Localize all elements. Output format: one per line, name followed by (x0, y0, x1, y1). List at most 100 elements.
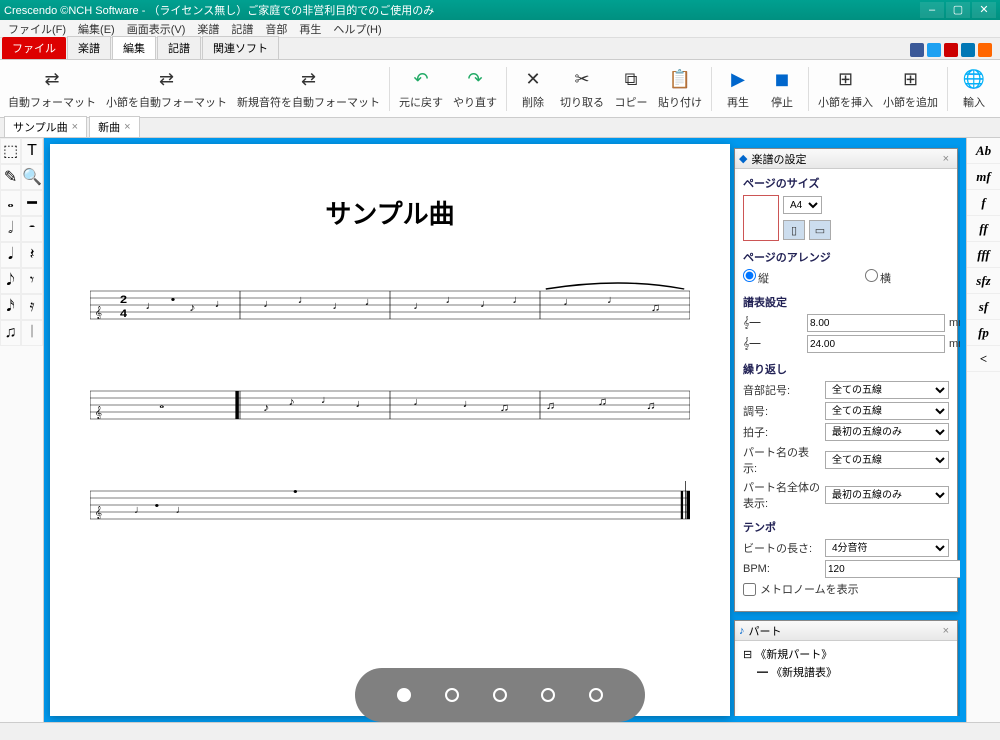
svg-text:♩: ♩ (134, 503, 147, 516)
tab-score[interactable]: 楽譜 (67, 36, 111, 59)
maximize-button[interactable]: ▢ (946, 2, 970, 18)
parts-tree[interactable]: ⊟ 《新規パート》 ━ 《新規譜表》 (735, 641, 957, 716)
page-dot-3[interactable] (493, 688, 507, 702)
repeat-select-1[interactable]: 全ての五線 (825, 402, 949, 420)
ribbon-自動フォーマット[interactable]: ⇄自動フォーマット (4, 63, 100, 115)
ribbon-切り取る[interactable]: ✂切り取る (556, 63, 608, 115)
svg-text:♩: ♩ (563, 295, 576, 308)
close-icon[interactable]: × (72, 121, 78, 133)
tool-2[interactable]: ✎ (0, 164, 21, 190)
dynamic-fp[interactable]: fp (967, 320, 1000, 346)
svg-text:𝄞: 𝄞 (95, 406, 102, 419)
beat-length-select[interactable]: 4分音符 (825, 539, 949, 557)
svg-text:•: • (155, 499, 159, 512)
staff-1[interactable]: 𝄞 24 ♩•♪♩ ♩♩♩♩ ♩♩♩♩ ♩♩♫ (90, 281, 690, 331)
ribbon-小節を追加[interactable]: ⊞小節を追加 (879, 63, 942, 115)
tab-related[interactable]: 関連ソフト (202, 36, 279, 59)
tool-15[interactable]: 𝄀 (21, 320, 43, 346)
file-tab[interactable]: ファイル (2, 37, 66, 59)
dynamic-f[interactable]: f (967, 190, 1000, 216)
score-page[interactable]: サンプル曲 𝄞 24 ♩•♪♩ ♩♩♩♩ ♩♩♩♩ ♩♩♫ (50, 144, 730, 716)
tool-1[interactable]: T (21, 138, 43, 164)
dynamic-sfz[interactable]: sfz (967, 268, 1000, 294)
orientation-portrait-button[interactable]: ▯ (783, 220, 805, 240)
tool-12[interactable]: 𝅘𝅥𝅯 (0, 294, 21, 320)
ribbon-貼り付け[interactable]: 📋貼り付け (654, 63, 706, 115)
ribbon-やり直す[interactable]: ↷やり直す (449, 63, 501, 115)
gear-icon: ◆ (739, 152, 747, 165)
tab-notation[interactable]: 記譜 (157, 36, 201, 59)
tool-13[interactable]: 𝄿 (21, 294, 43, 320)
tool-14[interactable]: ♫ (0, 320, 21, 346)
parts-panel: ♪ パート × ⊟ 《新規パート》 ━ 《新規譜表》 アコースティックピアノ ↑… (734, 620, 958, 716)
minimize-button[interactable]: – (920, 2, 944, 18)
ribbon-輸入[interactable]: 🌐輸入 (953, 63, 995, 115)
menu-file[interactable]: ファイル(F) (2, 19, 72, 39)
tree-item-part: ⊟ 《新規パート》 (739, 645, 953, 663)
twitter-icon[interactable] (927, 43, 941, 57)
svg-text:♫: ♫ (646, 399, 656, 412)
linkedin-icon[interactable] (961, 43, 975, 57)
tool-11[interactable]: 𝄾 (21, 268, 43, 294)
ribbon-元に戻す[interactable]: ↶元に戻す (395, 63, 447, 115)
ribbon-小節を挿入[interactable]: ⊞小節を挿入 (814, 63, 877, 115)
page-dot-1[interactable] (397, 688, 411, 702)
svg-text:♩: ♩ (321, 393, 334, 406)
tool-7[interactable]: 𝄼 (21, 216, 43, 242)
bpm-input[interactable] (825, 560, 960, 578)
page-dot-4[interactable] (541, 688, 555, 702)
repeat-select-3[interactable]: 全ての五線 (825, 451, 949, 469)
repeat-select-2[interactable]: 最初の五線のみ (825, 423, 949, 441)
orientation-landscape-button[interactable]: ▭ (809, 220, 831, 240)
repeat-select-4[interactable]: 最初の五線のみ (825, 486, 949, 504)
page-size-select[interactable]: A4 (783, 196, 822, 214)
facebook-icon[interactable] (910, 43, 924, 57)
menu-help[interactable]: ヘルプ(H) (327, 19, 387, 39)
menu-play[interactable]: 再生 (293, 19, 327, 39)
dynamic-Ab[interactable]: Ab (967, 138, 1000, 164)
staff-2[interactable]: 𝄞 𝅝 ♪♪♩♩ ♩♩♫ ♫♫♫ (90, 381, 690, 431)
tool-8[interactable]: 𝅘𝅥 (0, 242, 21, 268)
ribbon-停止[interactable]: ◼停止 (761, 63, 803, 115)
youtube-icon[interactable] (944, 43, 958, 57)
tool-6[interactable]: 𝅗𝅥 (0, 216, 21, 242)
rss-icon[interactable] (978, 43, 992, 57)
close-icon[interactable]: × (124, 121, 130, 133)
dynamic-fff[interactable]: fff (967, 242, 1000, 268)
tool-5[interactable]: ━ (21, 190, 43, 216)
tool-0[interactable]: ⬚ (0, 138, 21, 164)
dynamic-<[interactable]: < (967, 346, 1000, 372)
tool-3[interactable]: 🔍 (21, 164, 43, 190)
ribbon-小節を自動フォーマット[interactable]: ⇄小節を自動フォーマット (102, 63, 231, 115)
document-tabs: サンプル曲× 新曲× (0, 118, 1000, 138)
panel-close-button[interactable]: × (939, 625, 953, 637)
panel-close-button[interactable]: × (939, 153, 953, 165)
tab-edit[interactable]: 編集 (112, 36, 156, 59)
svg-text:♩: ♩ (512, 293, 525, 306)
ribbon-再生[interactable]: ▶再生 (717, 63, 759, 115)
ribbon-新規音符を自動フォーマット[interactable]: ⇄新規音符を自動フォーマット (233, 63, 384, 115)
staff-size1-input[interactable] (807, 314, 945, 332)
doctab-sample[interactable]: サンプル曲× (4, 116, 87, 137)
metronome-checkbox[interactable] (743, 583, 756, 596)
page-dot-5[interactable] (589, 688, 603, 702)
ribbon-削除[interactable]: ✕削除 (512, 63, 554, 115)
dynamic-sf[interactable]: sf (967, 294, 1000, 320)
svg-text:2: 2 (120, 293, 127, 306)
tool-9[interactable]: 𝄽 (21, 242, 43, 268)
tool-10[interactable]: 𝅘𝅥𝅮 (0, 268, 21, 294)
ribbon-コピー[interactable]: ⧉コピー (610, 63, 652, 115)
staff-size2-input[interactable] (807, 335, 945, 353)
arrange-vertical-radio[interactable] (743, 269, 756, 282)
dynamic-mf[interactable]: mf (967, 164, 1000, 190)
tool-4[interactable]: 𝅝 (0, 190, 21, 216)
dynamic-ff[interactable]: ff (967, 216, 1000, 242)
close-button[interactable]: ✕ (972, 2, 996, 18)
repeat-select-0[interactable]: 全ての五線 (825, 381, 949, 399)
staff-3[interactable]: 𝄞 ♩•♩ • (90, 481, 690, 531)
left-tool-palette: ⬚T✎🔍𝅝━𝅗𝅥𝄼𝅘𝅥𝄽𝅘𝅥𝅮𝄾𝅘𝅥𝅯𝄿♫𝄀 (0, 138, 44, 722)
svg-text:♩: ♩ (365, 295, 378, 308)
arrange-horizontal-radio[interactable] (865, 269, 878, 282)
doctab-new[interactable]: 新曲× (89, 116, 139, 137)
page-dot-2[interactable] (445, 688, 459, 702)
